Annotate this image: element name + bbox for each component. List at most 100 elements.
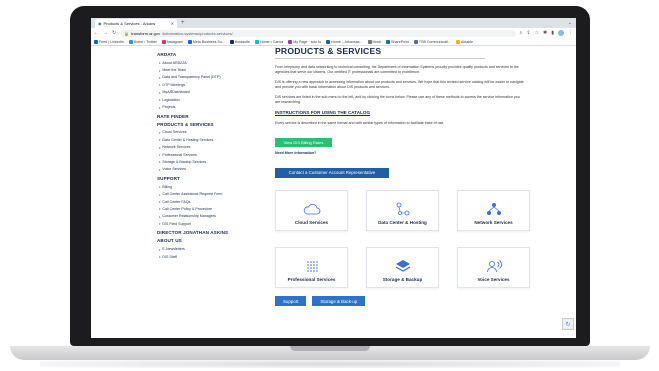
card-storage-backup[interactable]: Storage & Backup [366, 247, 439, 288]
bullet-icon: • [159, 137, 161, 143]
sidebar-item[interactable]: • Network Services [157, 144, 269, 151]
sidebar-heading[interactable]: PRODUCTS & SERVICES [157, 122, 269, 127]
share-icon[interactable]: ⇪ [526, 30, 530, 36]
bookmark-label: Home – Arkansas... [331, 39, 363, 44]
bullet-icon: • [159, 82, 161, 88]
sidebar-item[interactable]: • Billing [157, 183, 269, 190]
bullet-icon: • [159, 104, 161, 110]
main-content: PRODUCTS & SERVICES From telephony and d… [269, 46, 576, 338]
extensions-icon[interactable]: ✱ [543, 30, 547, 36]
address-bar[interactable]: 🔒 transform.ar.gov/information-systems/p… [120, 29, 516, 37]
bullet-icon: • [159, 60, 161, 66]
sidebar-heading[interactable]: ARDATA [157, 52, 269, 57]
bullet-icon: • [159, 144, 161, 150]
sidebar-item[interactable]: • Storage & Backup Services [157, 158, 269, 165]
card-network-services[interactable]: Network Services [457, 190, 530, 231]
bookmark-item[interactable]: SharePoint [386, 39, 409, 44]
sidebar-item[interactable]: • Call Center Assistance Request Form [157, 190, 269, 197]
bullet-icon: • [159, 199, 161, 205]
card-label: Voice Services [477, 277, 510, 282]
sidebar-item[interactable]: • About ARDATA [157, 59, 269, 66]
reload-icon[interactable]: ↻ [112, 30, 116, 36]
sidebar-item[interactable]: • Call Center FAQs [157, 198, 269, 205]
bookmark-item[interactable]: My Page · solo.to [288, 39, 321, 44]
card-label: Data Center & Hosting [378, 220, 427, 225]
billing-rates-button[interactable]: View DIS Billing Rates [275, 138, 332, 147]
bookmark-label: Home • Canva [259, 39, 284, 44]
sidebar-item-label: DIS Staff [162, 254, 177, 259]
address-row: ← → ↻ 🔒 transform.ar.gov/information-sys… [91, 28, 576, 38]
bookmark-star-icon[interactable]: ☆ [535, 30, 539, 36]
contact-rep-button[interactable]: Contact a Customer Account Representativ… [275, 167, 389, 178]
sidebar-item[interactable]: • DTP Meetings [157, 81, 269, 88]
browser-tab[interactable]: ◉ Products & Services - Arkans ✕ [95, 19, 177, 28]
bullet-icon: • [159, 89, 161, 95]
back-icon[interactable]: ← [94, 30, 99, 36]
bookmark-item[interactable]: Home – Arkansas... [326, 39, 363, 44]
bookmark-item[interactable]: Instagram [161, 39, 183, 44]
bookmark-item[interactable]: Airtable [455, 39, 473, 44]
bullet-icon: • [159, 184, 161, 190]
bullet-icon: • [159, 97, 161, 103]
sidebar-item[interactable]: • Professional Services [157, 151, 269, 158]
bookmark-favicon-icon [413, 39, 418, 44]
sidebar-item[interactable]: • DIS Staff [157, 253, 269, 260]
cloud-icon [303, 202, 321, 216]
laptop-shadow [40, 360, 620, 368]
bottom-buttons: Support Storage & Back-up [275, 296, 576, 306]
sidebar-item[interactable]: • Legislation [157, 96, 269, 103]
bookmark-item[interactable]: Home / Twitter [128, 39, 157, 44]
close-tab-icon[interactable]: ✕ [171, 21, 174, 26]
lock-icon: 🔒 [124, 30, 130, 36]
sidebar-item-label: Meet the Team [162, 68, 187, 73]
new-tab-icon[interactable]: + [181, 19, 185, 28]
sidepanel-icon[interactable]: ▮ [551, 30, 554, 36]
bullet-icon: • [159, 159, 161, 165]
tab-search-chevron-icon[interactable]: ⌄ [568, 19, 572, 28]
forward-icon[interactable]: → [103, 30, 108, 36]
support-button[interactable]: Support [275, 296, 307, 306]
menu-kebab-icon[interactable]: ⋮ [568, 30, 573, 36]
layers-icon [394, 259, 412, 273]
bookmark-item[interactable]: Feed | LinkedIn [94, 39, 124, 44]
bookmark-favicon-icon [455, 39, 460, 44]
sidebar-heading[interactable]: RATE FINDER [157, 114, 269, 119]
tab-bar: ◉ Products & Services - Arkans ✕ + ⌄ [91, 18, 576, 28]
bookmark-favicon-icon [128, 39, 133, 44]
profile-avatar[interactable] [558, 30, 564, 36]
bookmark-item[interactable]: Mock [367, 39, 381, 44]
sidebar-item[interactable]: • Cloud Services [157, 129, 269, 136]
sidebar-item[interactable]: • Projects [157, 103, 269, 110]
bookmark-item[interactable]: Meta Business Su... [187, 39, 225, 44]
sidebar-item-label: Network Services [162, 145, 191, 150]
bookmark-item[interactable]: TSB Communicati... [413, 39, 451, 44]
sidebar-item[interactable]: • Meet the Team [157, 66, 269, 73]
sidebar-item-label: Call Center Policy & Procedure [162, 206, 212, 211]
sidebar-item[interactable]: • MyARDashboard [157, 89, 269, 96]
sidebar-item[interactable]: • Voice Services [157, 166, 269, 173]
sidebar-item[interactable]: • Call Center Policy & Procedure [157, 205, 269, 212]
sidebar-heading[interactable]: SUPPORT [157, 176, 269, 181]
recaptcha-badge-icon[interactable]: ↻ [562, 318, 574, 330]
bookmark-favicon-icon [288, 39, 293, 44]
card-data-center[interactable]: Data Center & Hosting [366, 190, 439, 231]
storage-backup-button[interactable]: Storage & Back-up [312, 296, 366, 306]
card-cloud-services[interactable]: Cloud Services [275, 190, 348, 231]
card-professional-services[interactable]: Professional Services [275, 247, 348, 288]
card-label: Professional Services [287, 277, 336, 282]
card-label: Network Services [474, 220, 513, 225]
instructions-heading[interactable]: INSTRUCTIONS FOR USING THE CATALOG [275, 110, 576, 115]
sidebar-item-label: About ARDATA [162, 60, 187, 65]
url-path: /information-systems/products-services/ [162, 30, 233, 36]
sidebar-item[interactable]: • E-Newsletters [157, 245, 269, 252]
sidebar-heading[interactable]: ABOUT US [157, 238, 269, 243]
bookmark-item[interactable]: Hootsuite [229, 39, 250, 44]
sidebar-heading[interactable]: DIRECTOR JONATHAN ASKINS [157, 230, 269, 235]
sidebar-item[interactable]: • DIS Field Support [157, 220, 269, 227]
sidebar-item[interactable]: • Data Center & Hosting Services [157, 136, 269, 143]
sidebar-item[interactable]: • Customer Relationship Managers [157, 213, 269, 220]
sidebar-item[interactable]: • Data and Transparency Panel (DTP) [157, 74, 269, 81]
bookmark-item[interactable]: Home • Canva [254, 39, 284, 44]
card-voice-services[interactable]: Voice Services [457, 247, 530, 288]
zoom-icon[interactable]: ⌕ [520, 30, 523, 36]
